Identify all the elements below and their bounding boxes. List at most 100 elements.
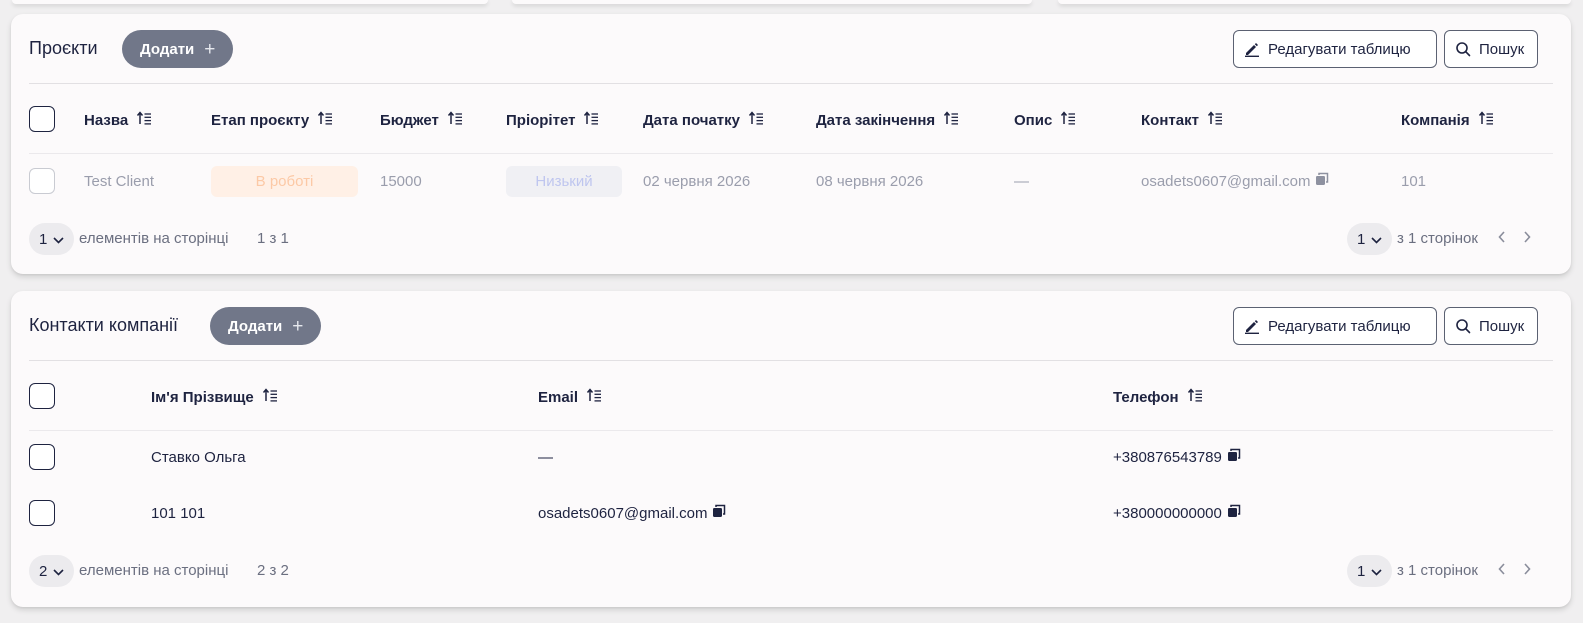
contact-name[interactable]: Ставко Ольга [151,447,246,467]
chevron-right-icon[interactable] [1523,230,1531,246]
chevron-left-icon[interactable] [1498,230,1506,246]
column-header-company[interactable]: Компанія [1401,110,1494,130]
pages-label: з 1 сторінок [1397,230,1478,247]
header-divider [29,360,1553,361]
pencil-icon [1244,41,1260,57]
priority-badge: Низький [506,166,622,197]
copy-icon[interactable] [1227,504,1241,522]
contact-phone: +380000000000 [1113,503,1241,523]
per-page-value: 2 [39,562,48,580]
column-header-email[interactable]: Email [538,387,602,407]
header-divider [29,83,1553,84]
pages-label: з 1 сторінок [1397,562,1478,579]
plus-icon: + [292,315,304,337]
contact-phone-value: +380876543789 [1113,448,1222,466]
column-header-start-date[interactable]: Дата початку [643,110,764,130]
copy-icon[interactable] [712,504,726,522]
project-contact-email: osadets0607@gmail.com [1141,172,1311,190]
sort-icon[interactable] [262,387,278,407]
sort-icon[interactable] [748,110,764,130]
per-page-select[interactable]: 1 [29,223,75,255]
sort-icon[interactable] [447,110,463,130]
select-all-checkbox[interactable] [29,106,55,132]
sort-icon[interactable] [1207,110,1223,130]
items-range: 1 з 1 [257,230,289,247]
chevron-down-icon [53,563,64,580]
chevron-down-icon [1371,231,1382,248]
contacts-card: Контакти компанії Додати + Редагувати та… [11,291,1571,607]
project-contact: osadets0607@gmail.com [1141,171,1329,191]
edit-table-button[interactable]: Редагувати таблицю [1233,307,1437,345]
card-edge [12,0,488,4]
search-icon [1455,318,1471,334]
contact-name[interactable]: 101 101 [151,503,205,523]
sort-icon[interactable] [1478,110,1494,130]
row-checkbox[interactable] [29,168,55,194]
chevron-left-icon[interactable] [1498,562,1506,578]
page-value: 1 [1357,562,1366,580]
contact-email-value: osadets0607@gmail.com [538,504,708,522]
sort-icon[interactable] [586,387,602,407]
page-select[interactable]: 1 [1347,223,1393,255]
project-name[interactable]: Test Client [84,171,154,191]
per-page-value: 1 [39,230,48,248]
sort-icon[interactable] [317,110,333,130]
card-edge [512,0,1032,4]
column-header-description[interactable]: Опис [1014,110,1076,130]
project-end-date: 08 червня 2026 [816,172,924,190]
chevron-right-icon[interactable] [1523,562,1531,578]
row-checkbox[interactable] [29,444,55,470]
search-icon [1455,41,1471,57]
add-button-label: Додати [140,40,195,58]
column-header-stage[interactable]: Етап проєкту [211,110,333,130]
search-label: Пошук [1479,40,1525,58]
contact-email: — [538,448,553,466]
contact-email: osadets0607@gmail.com [538,503,726,523]
card-edge [1058,0,1571,4]
add-project-button[interactable]: Додати + [122,30,234,68]
edit-table-button[interactable]: Редагувати таблицю [1233,30,1437,68]
column-header-priority[interactable]: Пріорітет [506,110,599,130]
projects-title: Проєкти [29,38,98,58]
page-value: 1 [1357,230,1366,248]
row-divider [29,430,1553,431]
sort-icon[interactable] [943,110,959,130]
per-page-label: елементів на сторінці [79,562,229,579]
column-header-contact[interactable]: Контакт [1141,110,1223,130]
column-header-name[interactable]: Назва [84,110,152,130]
row-divider [29,153,1553,154]
column-header-end-date[interactable]: Дата закінчення [816,110,959,130]
per-page-label: елементів на сторінці [79,230,229,247]
project-start-date: 02 червня 2026 [643,172,751,190]
page-select[interactable]: 1 [1347,555,1393,587]
sort-icon[interactable] [1187,387,1203,407]
column-header-budget[interactable]: Бюджет [380,110,463,130]
search-label: Пошук [1479,317,1525,335]
pencil-icon [1244,318,1260,334]
contact-phone-value: +380000000000 [1113,504,1222,522]
projects-header: Проєкти Додати + Редагувати таблицю Пошу… [29,30,1553,68]
projects-card: Проєкти Додати + Редагувати таблицю Пошу… [11,14,1571,274]
row-checkbox[interactable] [29,500,55,526]
per-page-select[interactable]: 2 [29,555,75,587]
edit-table-label: Редагувати таблицю [1268,40,1411,58]
column-header-phone[interactable]: Телефон [1113,387,1203,407]
edit-table-label: Редагувати таблицю [1268,317,1411,335]
sort-icon[interactable] [1060,110,1076,130]
copy-icon[interactable] [1227,448,1241,466]
contact-phone: +380876543789 [1113,447,1241,467]
sort-icon[interactable] [583,110,599,130]
search-button[interactable]: Пошук [1444,307,1538,345]
sort-icon[interactable] [136,110,152,130]
contacts-title: Контакти компанії [29,315,179,335]
add-contact-button[interactable]: Додати + [210,307,322,345]
items-range: 2 з 2 [257,562,289,579]
search-button[interactable]: Пошук [1444,30,1538,68]
select-all-checkbox[interactable] [29,383,55,409]
contacts-header: Контакти компанії Додати + Редагувати та… [29,307,1553,345]
copy-icon[interactable] [1315,172,1329,190]
column-header-full-name[interactable]: Ім'я Прізвище [151,387,278,407]
chevron-down-icon [53,231,64,248]
plus-icon: + [204,38,216,60]
project-budget: 15000 [380,172,422,190]
